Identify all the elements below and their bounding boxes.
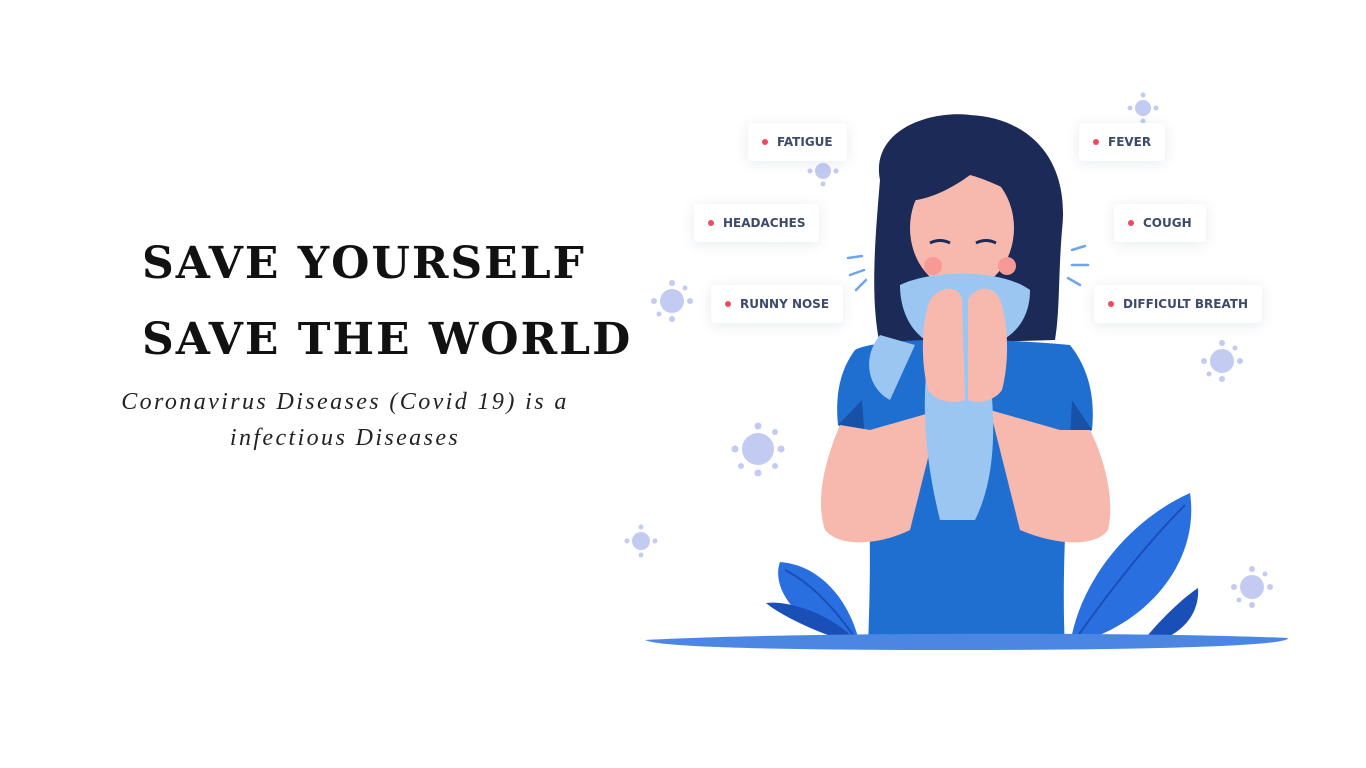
leaf-illustration	[766, 562, 861, 646]
symptom-tag-runny-nose: RUNNY NOSE	[711, 285, 844, 323]
symptom-tag-fever: FEVER	[1079, 123, 1166, 161]
symptom-label: RUNNY NOSE	[740, 297, 830, 311]
symptom-label: HEADACHES	[723, 216, 806, 230]
bullet-dot-icon	[1108, 301, 1114, 307]
poster: SAVE YOURSELF SAVE THE WORLD Coronavirus…	[0, 0, 1366, 768]
symptom-label: COUGH	[1143, 216, 1192, 230]
symptom-tag-cough: COUGH	[1114, 204, 1206, 242]
symptom-label: DIFFICULT BREATH	[1123, 297, 1249, 311]
bullet-dot-icon	[1093, 139, 1099, 145]
bullet-dot-icon	[762, 139, 768, 145]
bullet-dot-icon	[725, 301, 731, 307]
subtitle: Coronavirus Diseases (Covid 19) is a inf…	[121, 389, 569, 451]
virus-icon	[731, 422, 785, 477]
person-illustration	[624, 92, 1289, 650]
headline-line-2: SAVE THE WORLD	[142, 314, 633, 365]
virus-icon	[651, 280, 693, 322]
symptom-label: FATIGUE	[777, 135, 833, 149]
headline-line-1: SAVE YOURSELF	[142, 238, 586, 289]
virus-icon	[624, 524, 658, 558]
virus-icon	[1231, 566, 1273, 608]
symptom-tag-headaches: HEADACHES	[694, 204, 820, 242]
symptom-tag-difficult-breath: DIFFICULT BREATH	[1094, 285, 1263, 323]
bullet-dot-icon	[708, 220, 714, 226]
virus-icon	[1127, 92, 1159, 124]
bullet-dot-icon	[1128, 220, 1134, 226]
virus-icon	[1201, 340, 1243, 382]
symptom-tag-fatigue: FATIGUE	[748, 123, 847, 161]
symptom-label: FEVER	[1108, 135, 1152, 149]
